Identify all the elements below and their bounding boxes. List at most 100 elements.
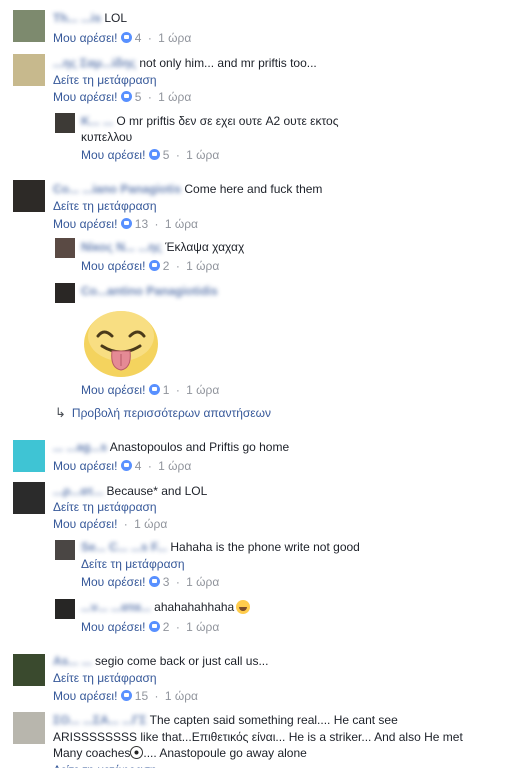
comment-author[interactable]: Νίκος Ν... ...ης	[81, 240, 162, 255]
reply-body: Se... C... ...s F... Hahaha is the phone…	[81, 540, 360, 555]
separator: ·	[147, 31, 152, 45]
see-translation-link[interactable]: Δείτε τη μετάφραση	[81, 557, 185, 572]
like-count[interactable]: 15	[135, 689, 148, 703]
like-count[interactable]: 13	[135, 217, 148, 231]
comment-actions: Μου αρέσει! 5 · 1 ώρα	[81, 148, 219, 163]
avatar[interactable]	[55, 599, 75, 619]
reply-body: ...ν... ...ατα... ahahahahhaha	[81, 600, 251, 615]
like-count[interactable]: 5	[163, 148, 170, 162]
comment-body: ...ρ...ατ... Because* and LOL	[53, 484, 207, 499]
comment-author[interactable]: Κ... ...	[81, 114, 113, 129]
comment-text-part: .... Anastopoule go away alone	[143, 746, 307, 760]
like-count[interactable]: 4	[135, 31, 142, 45]
like-button[interactable]: Μου αρέσει!	[81, 383, 145, 397]
like-button[interactable]: Μου αρέσει!	[81, 575, 145, 589]
like-count[interactable]: 1	[163, 383, 170, 397]
avatar[interactable]	[55, 238, 75, 258]
like-button[interactable]: Μου αρέσει!	[81, 259, 145, 273]
timestamp[interactable]: 1 ώρα	[158, 90, 191, 104]
comment-author[interactable]: Se... C... ...s F...	[81, 540, 167, 555]
like-count[interactable]: 3	[163, 575, 170, 589]
timestamp[interactable]: 1 ώρα	[165, 689, 198, 703]
timestamp[interactable]: 1 ώρα	[134, 517, 167, 531]
like-button[interactable]: Μου αρέσει!	[81, 620, 145, 634]
comment-text: Come here and fuck them	[184, 182, 323, 196]
comment-body: Co... ...iano Panagiotis Come here and f…	[53, 182, 322, 197]
avatar[interactable]	[13, 712, 45, 744]
comment-author[interactable]: Th... ...is	[53, 11, 101, 26]
separator: ·	[175, 383, 180, 397]
thumbs-up-icon	[148, 576, 160, 587]
comment-text-part: Many coaches	[53, 746, 131, 760]
like-count[interactable]: 4	[135, 459, 142, 473]
see-translation-link[interactable]: Δείτε τη μετάφραση	[53, 199, 157, 214]
like-button[interactable]: Μου αρέσει!	[53, 31, 117, 45]
timestamp[interactable]: 1 ώρα	[186, 620, 219, 634]
like-button[interactable]: Μου αρέσει!	[53, 689, 117, 703]
comment-body: ...ης Σαμ...ίδης not only him... and mr …	[53, 56, 317, 71]
comment-actions: Μου αρέσει! · 1 ώρα	[53, 517, 167, 532]
see-translation-link[interactable]: Δείτε τη μετάφραση	[53, 671, 157, 686]
comment-text: Because* and LOL	[106, 484, 208, 498]
comment-text: segio come back or just call us...	[95, 654, 269, 668]
comment-author[interactable]: ...ν... ...ατα...	[81, 600, 151, 615]
comment-actions: Μου αρέσει! 15 · 1 ώρα	[53, 689, 198, 704]
see-translation-link[interactable]: Δείτε τη μετάφραση	[53, 500, 157, 515]
like-count[interactable]: 5	[135, 90, 142, 104]
avatar[interactable]	[55, 113, 75, 133]
see-translation-link[interactable]: Δείτε τη μετάφραση	[53, 763, 157, 768]
timestamp[interactable]: 1 ώρα	[186, 148, 219, 162]
avatar[interactable]	[13, 180, 45, 212]
comment-author[interactable]: Co...antino Panagiotidis	[81, 284, 218, 299]
like-button[interactable]: Μου αρέσει!	[53, 517, 117, 531]
timestamp[interactable]: 1 ώρα	[186, 259, 219, 273]
like-button[interactable]: Μου αρέσει!	[53, 217, 117, 231]
avatar[interactable]	[13, 654, 45, 686]
thumbs-up-icon	[120, 460, 132, 471]
comment-body: Th... ...is LOL	[53, 11, 127, 26]
comment-author[interactable]: ...ης Σαμ...ίδης	[53, 56, 136, 71]
view-more-replies-link[interactable]: ↳ Προβολή περισσότερων απαντήσεων	[55, 405, 271, 421]
thumbs-up-icon	[120, 32, 132, 43]
like-count[interactable]: 2	[163, 259, 170, 273]
timestamp[interactable]: 1 ώρα	[165, 217, 198, 231]
comment-actions: Μου αρέσει! 4 · 1 ώρα	[53, 31, 191, 46]
avatar[interactable]	[13, 10, 45, 42]
timestamp[interactable]: 1 ώρα	[186, 383, 219, 397]
separator: ·	[154, 689, 159, 703]
comment-actions: Μου αρέσει! 4 · 1 ώρα	[53, 459, 191, 474]
see-translation-link[interactable]: Δείτε τη μετάφραση	[53, 73, 157, 88]
avatar[interactable]	[13, 482, 45, 514]
comment-text: The capten said something real.... He ca…	[149, 713, 398, 727]
like-button[interactable]: Μου αρέσει!	[81, 148, 145, 162]
timestamp[interactable]: 1 ώρα	[186, 575, 219, 589]
timestamp[interactable]: 1 ώρα	[158, 31, 191, 45]
thumbs-up-icon	[148, 384, 160, 395]
comment-text: Έκλαψα χαχαχ	[165, 240, 245, 254]
comment-text-continued: κυπελλου	[81, 130, 133, 144]
avatar[interactable]	[13, 54, 45, 86]
avatar[interactable]	[55, 540, 75, 560]
thumbs-up-icon	[120, 218, 132, 229]
like-button[interactable]: Μου αρέσει!	[53, 459, 117, 473]
avatar[interactable]	[55, 283, 75, 303]
comment-body: ΣΟ... ...ΣΑ... ...ΓΣ The capten said som…	[53, 713, 398, 728]
comment-text-continued: Many coaches .... Anastopoule go away alo…	[53, 746, 307, 761]
timestamp[interactable]: 1 ώρα	[158, 459, 191, 473]
avatar[interactable]	[13, 440, 45, 472]
like-button[interactable]: Μου αρέσει!	[53, 90, 117, 104]
thumbs-up-icon	[120, 91, 132, 102]
comment-author[interactable]: ΣΟ... ...ΣΑ... ...ΓΣ	[53, 713, 147, 728]
comment-author[interactable]: As... ...	[53, 654, 92, 669]
like-count[interactable]: 2	[163, 620, 170, 634]
comment-author[interactable]: ... ...ag...s	[53, 440, 107, 455]
comment-actions: Μου αρέσει! 2 · 1 ώρα	[81, 620, 219, 635]
separator: ·	[147, 90, 152, 104]
comment-actions: Μου αρέσει! 13 · 1 ώρα	[53, 217, 198, 232]
view-more-replies-label[interactable]: Προβολή περισσότερων απαντήσεων	[72, 406, 271, 420]
comment-author[interactable]: ...ρ...ατ...	[53, 484, 103, 499]
thumbs-up-icon	[148, 149, 160, 160]
separator: ·	[154, 217, 159, 231]
separator: ·	[147, 459, 152, 473]
comment-author[interactable]: Co... ...iano Panagiotis	[53, 182, 181, 197]
